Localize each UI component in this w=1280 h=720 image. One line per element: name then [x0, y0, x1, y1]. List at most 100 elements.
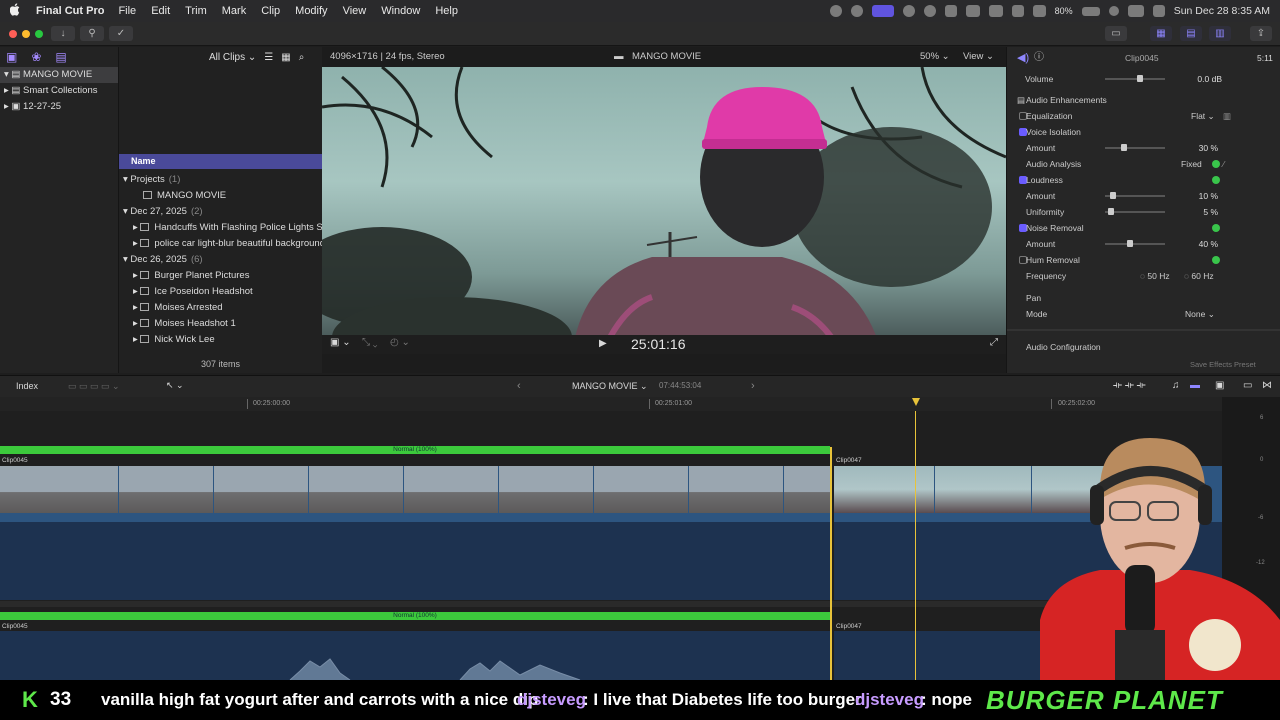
effects-browser-icon[interactable]: ▣: [1215, 380, 1224, 391]
info-inspector-icon[interactable]: ⓘ: [1034, 49, 1044, 67]
index-toggle-icon[interactable]: ⋈: [1262, 380, 1272, 391]
play-status-icon[interactable]: [923, 5, 936, 17]
video-clip-a[interactable]: [0, 466, 832, 522]
list-item[interactable]: ▸ Moises Headshot 1: [119, 316, 322, 332]
search-icon[interactable]: [1108, 6, 1119, 16]
voice-amount-value[interactable]: 30 %: [1182, 140, 1218, 156]
retime-bar[interactable]: Normal (100%): [0, 612, 830, 620]
list-item[interactable]: ▸ Nick Wick Lee: [119, 332, 322, 348]
loudness-amount-slider[interactable]: [1105, 192, 1165, 199]
menu-file[interactable]: File: [118, 5, 136, 17]
speed-icon[interactable]: ◴ ⌄: [390, 337, 410, 348]
list-item[interactable]: ▸ Handcuffs With Flashing Police Lights …: [119, 220, 322, 236]
slider-knob[interactable]: [1137, 75, 1143, 82]
slider-knob[interactable]: [1107, 208, 1114, 215]
magic-wand-icon[interactable]: ⁄: [1223, 156, 1224, 172]
collapse-icon[interactable]: ▤: [1017, 92, 1025, 108]
video-frame[interactable]: ▣ ⌄ ⤡ ⌄ ◴ ⌄ ▶ 25:01:16 ⤢: [322, 67, 1006, 354]
clip-appearance-icons[interactable]: ⟛ ⟛ ⟛: [1113, 380, 1146, 391]
close-window-button[interactable]: [9, 30, 17, 38]
audio-inspector-icon[interactable]: ◀): [1017, 49, 1029, 67]
filmstrip-view-icon[interactable]: ▦: [281, 52, 290, 63]
headphones-icon[interactable]: ♫: [1172, 380, 1180, 391]
list-item[interactable]: ▸ Moises Arrested: [119, 300, 322, 316]
status-icon[interactable]: [850, 5, 863, 17]
list-item[interactable]: ▸ Burger Planet Pictures: [119, 268, 322, 284]
list-item[interactable]: MANGO MOVIE: [119, 188, 322, 204]
screen-record-icon[interactable]: [871, 5, 894, 17]
group-projects[interactable]: ▾ Projects (1): [119, 172, 322, 188]
sidebar-item-smart-collections[interactable]: ▸ ▤ Smart Collections: [0, 83, 118, 99]
save-effects-preset-button[interactable]: Save Effects Preset: [1190, 357, 1256, 373]
slider-knob[interactable]: [1110, 192, 1117, 199]
fullscreen-icon[interactable]: ⤢: [990, 337, 998, 348]
timeline-ruler[interactable]: 00:25:00:00 00:25:01:00 00:25:02:00: [0, 397, 1222, 411]
uniformity-slider[interactable]: [1105, 208, 1165, 215]
display-icon[interactable]: [988, 5, 1003, 17]
photos-icon[interactable]: ❀: [31, 50, 41, 64]
freq-60-radio[interactable]: ◌ 60 Hz: [1184, 268, 1214, 284]
timeline-tracks[interactable]: Normal (100%) Clip0045 Clip0047 Normal (…: [0, 411, 1222, 681]
minimize-window-button[interactable]: [22, 30, 30, 38]
status-icon[interactable]: [902, 5, 915, 17]
sidebar-item-event[interactable]: ▸ ▣ 12-27-25: [0, 99, 118, 115]
edit-buttons[interactable]: ▭ ▭ ▭ ▭ ⌄: [68, 381, 120, 392]
sidebar-item-library[interactable]: ▾ ▤ MANGO MOVIE: [0, 67, 118, 83]
battery-icon[interactable]: [1081, 6, 1100, 16]
noise-amount-slider[interactable]: [1105, 240, 1165, 247]
menu-clip[interactable]: Clip: [261, 5, 280, 17]
search-icon[interactable]: ⌕: [299, 52, 305, 63]
import-button[interactable]: ↓: [51, 26, 75, 41]
layout-button[interactable]: ▭: [1105, 26, 1127, 41]
share-button[interactable]: ⇪: [1250, 26, 1272, 41]
voice-amount-slider[interactable]: [1105, 144, 1165, 151]
inspector-toggle-button[interactable]: ▥: [1209, 26, 1231, 41]
zoom-dropdown[interactable]: 50% ⌄: [920, 51, 950, 62]
bluetooth-icon[interactable]: [1011, 5, 1024, 17]
list-item[interactable]: ▸ Ice Poseidon Headshot: [119, 284, 322, 300]
zoom-window-button[interactable]: [35, 30, 43, 38]
apple-icon[interactable]: [9, 3, 24, 19]
eq-graph-icon[interactable]: ▥: [1223, 108, 1231, 124]
uniformity-value[interactable]: 5 %: [1182, 204, 1218, 220]
audio-clip-a[interactable]: [0, 631, 832, 681]
name-column-header[interactable]: Name: [119, 154, 322, 169]
transitions-icon[interactable]: ▭: [1243, 380, 1252, 391]
keywords-button[interactable]: ⚲: [80, 26, 104, 41]
browser-toggle-button[interactable]: ▦: [1150, 26, 1172, 41]
noise-amount-value[interactable]: 40 %: [1182, 236, 1218, 252]
select-tool-icon[interactable]: ↖ ⌄: [166, 380, 184, 391]
menubar-clock[interactable]: Sun Dec 28 8:35 AM: [1174, 5, 1270, 17]
group-dec-27[interactable]: ▾ Dec 27, 2025 (2): [119, 204, 322, 220]
clip-filter-dropdown[interactable]: All Clips ⌄: [209, 52, 256, 63]
status-icon[interactable]: [829, 5, 842, 17]
pan-mode-dropdown[interactable]: None ⌄: [1185, 306, 1215, 322]
control-center-icon[interactable]: [1127, 5, 1144, 17]
retime-bar[interactable]: Normal (100%): [0, 446, 830, 454]
status-icon[interactable]: [965, 5, 980, 17]
view-dropdown[interactable]: View ⌄: [963, 51, 994, 62]
volume-icon[interactable]: [944, 5, 957, 17]
list-view-icon[interactable]: ☰: [264, 52, 273, 63]
timecode-display[interactable]: 25:01:16: [631, 336, 686, 352]
transform-tool-icon[interactable]: ⤡ ⌄: [362, 337, 378, 348]
forward-arrow-icon[interactable]: ›: [751, 380, 755, 392]
menu-edit[interactable]: Edit: [151, 5, 170, 17]
timeline-toggle-button[interactable]: ▤: [1180, 26, 1202, 41]
menu-mark[interactable]: Mark: [222, 5, 246, 17]
volume-value[interactable]: 0.0 dB: [1172, 71, 1222, 87]
menu-trim[interactable]: Trim: [185, 5, 207, 17]
back-arrow-icon[interactable]: ‹: [517, 380, 521, 392]
project-dropdown[interactable]: MANGO MOVIE ⌄: [572, 381, 648, 392]
playhead-line[interactable]: [915, 411, 916, 680]
slider-knob[interactable]: [1121, 144, 1128, 151]
libraries-icon[interactable]: ▣: [6, 50, 17, 64]
menu-modify[interactable]: Modify: [295, 5, 327, 17]
loudness-amount-value[interactable]: 10 %: [1182, 188, 1218, 204]
menu-help[interactable]: Help: [435, 5, 458, 17]
index-button[interactable]: Index: [16, 381, 38, 391]
audio-lane-a[interactable]: [0, 522, 832, 600]
equalization-dropdown[interactable]: Flat ⌄: [1191, 108, 1215, 124]
skimming-icon[interactable]: ▬: [1190, 380, 1200, 391]
wifi-icon[interactable]: [1032, 5, 1046, 17]
